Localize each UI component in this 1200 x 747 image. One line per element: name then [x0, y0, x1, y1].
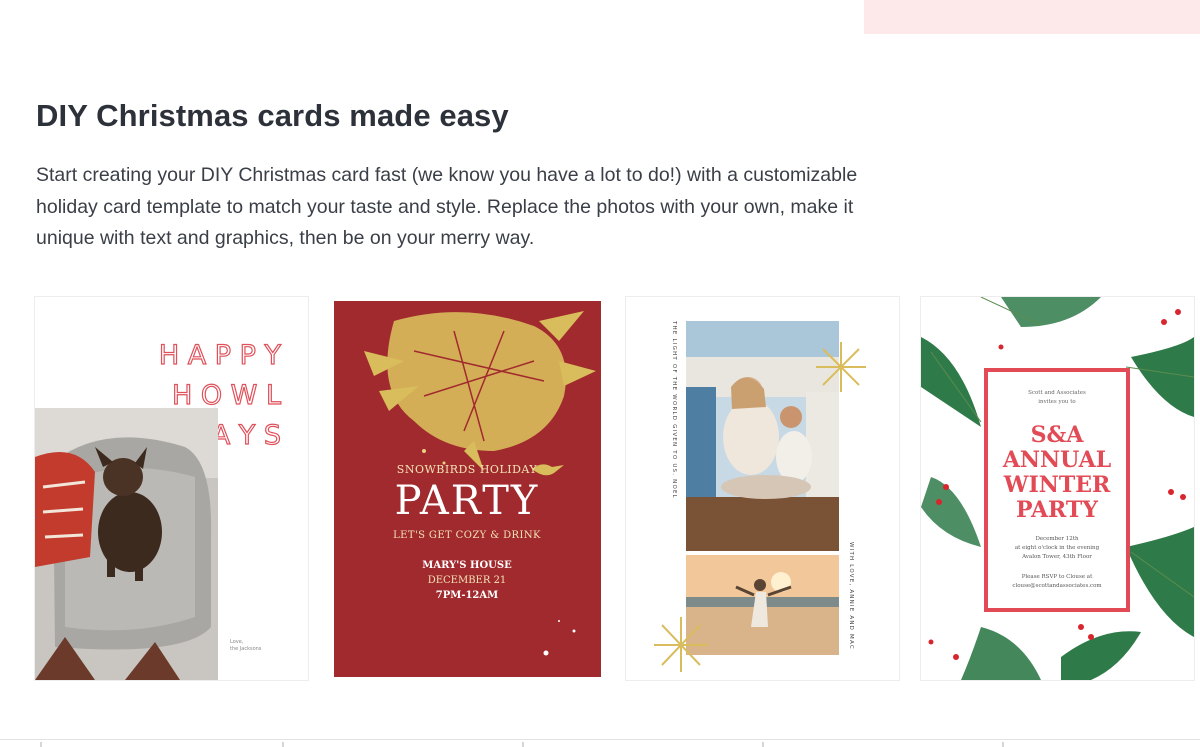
card-title: PARTY: [395, 478, 540, 524]
footer-divider: [0, 739, 1200, 740]
card-title-4: PARTY: [1016, 497, 1098, 523]
card-side-text-right: WITH LOVE, ANNIE AND MAC: [848, 542, 854, 650]
template-card-happy-howl-idays[interactable]: H A P P Y H O W L I D A Y S Love, the Ja…: [34, 296, 309, 681]
snowbirds-party-artwork: SNOWBIRDS HOLIDAY PARTY LET'S GET COZY &…: [334, 301, 601, 677]
card-title-2: ANNUAL: [1002, 447, 1111, 473]
card-date: DECEMBER 21: [428, 575, 507, 586]
card-details-3: Avalon Tower, 43th Floor: [1021, 554, 1092, 560]
light-of-world-artwork: THE LIGHT OF THE WORLD GIVEN TO US. NOEL…: [626, 297, 899, 680]
winter-party-artwork: Scott and Associates invites you to S&A …: [921, 297, 1194, 680]
dog-photo: [35, 408, 218, 680]
card-host-2: invites you to: [1038, 399, 1076, 405]
card-details-2: at eight o'clock in the evening: [1015, 545, 1100, 551]
footer-tick: [282, 742, 284, 747]
section-heading: DIY Christmas cards made easy: [36, 98, 509, 133]
template-card-sa-winter-party[interactable]: Scott and Associates invites you to S&A …: [920, 296, 1195, 681]
card-title-3: WINTER: [1003, 472, 1111, 498]
card-kicker: SNOWBIRDS HOLIDAY: [397, 463, 538, 476]
footer-tick: [762, 742, 764, 747]
template-card-light-of-the-world[interactable]: THE LIGHT OF THE WORLD GIVEN TO US. NOEL…: [625, 296, 900, 681]
card-title-1: S&A: [1031, 422, 1085, 448]
card-line-happy: H A P P Y: [159, 340, 282, 371]
card-details-1: December 12th: [1035, 536, 1079, 542]
footer-tick: [522, 742, 524, 747]
footer-tick: [1002, 742, 1004, 747]
footer-tick: [40, 742, 42, 747]
top-accent-banner: [864, 0, 1200, 34]
card-side-text-left: THE LIGHT OF THE WORLD GIVEN TO US. NOEL: [671, 320, 677, 499]
happy-howl-idays-artwork: H A P P Y H O W L I D A Y S Love, the Ja…: [35, 297, 308, 680]
family-photo: [686, 321, 839, 551]
template-card-snowbirds-party[interactable]: SNOWBIRDS HOLIDAY PARTY LET'S GET COZY &…: [334, 301, 601, 677]
card-time: 7PM-12AM: [436, 590, 498, 601]
beach-photo: [686, 555, 839, 655]
card-rsvp-2: clouse@scottandassociates.com: [1012, 582, 1102, 589]
card-footer-love: Love,: [230, 639, 244, 645]
section-intro: Start creating your DIY Christmas card f…: [36, 164, 858, 249]
card-host-1: Scott and Associates: [1028, 390, 1086, 396]
card-place: MARY'S HOUSE: [422, 560, 512, 571]
card-tagline: LET'S GET COZY & DRINK: [393, 530, 541, 541]
card-footer-names: the Jacksons: [230, 646, 262, 652]
card-line-howl: H O W L: [172, 380, 281, 411]
card-rsvp-1: Please RSVP to Clouse at: [1022, 574, 1093, 580]
